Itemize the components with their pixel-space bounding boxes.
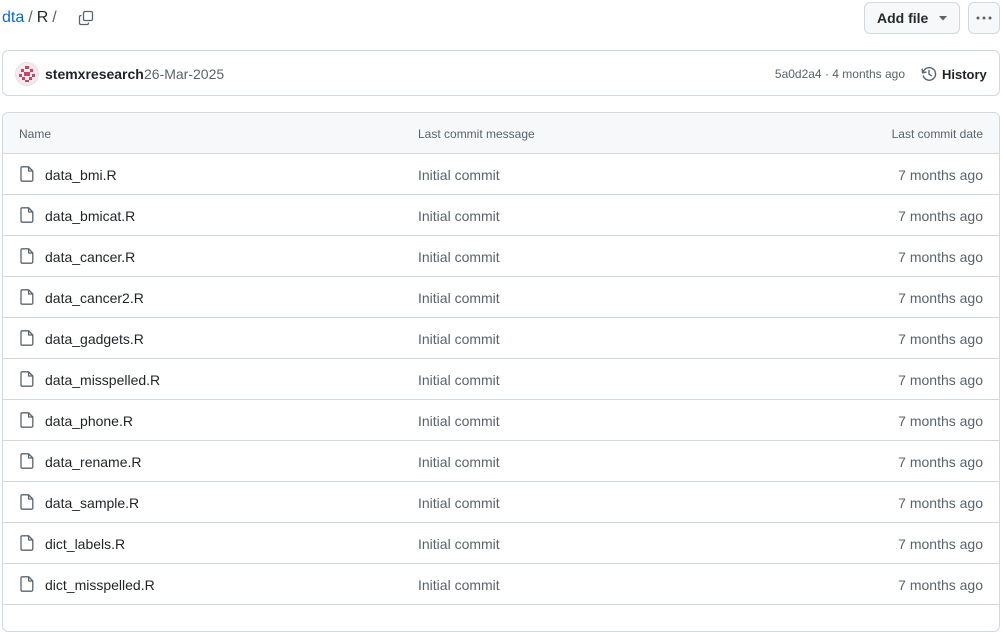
column-header-date: Last commit date xyxy=(891,127,983,141)
file-name-link[interactable]: dict_labels.R xyxy=(45,536,125,552)
commit-message-link[interactable]: Initial commit xyxy=(418,331,500,347)
file-icon xyxy=(20,166,34,182)
commit-message-link[interactable]: Initial commit xyxy=(418,372,500,388)
file-name-link[interactable]: data_cancer.R xyxy=(45,249,135,265)
triangle-down-icon xyxy=(939,16,947,21)
column-header-name: Name xyxy=(19,127,52,141)
commit-message-link[interactable]: Initial commit xyxy=(418,167,500,183)
history-label: History xyxy=(942,66,987,82)
commit-message-link[interactable]: Initial commit xyxy=(418,577,500,593)
commit-date-cell: 7 months ago xyxy=(898,413,983,429)
table-row[interactable]: data_gadgets.R Initial commit 7 months a… xyxy=(3,318,999,359)
file-name-link[interactable]: data_phone.R xyxy=(45,413,133,429)
file-icon xyxy=(20,371,34,387)
file-icon xyxy=(20,289,34,305)
table-row[interactable]: data_phone.R Initial commit 7 months ago xyxy=(3,400,999,441)
table-row[interactable]: dict_labels.R Initial commit 7 months ag… xyxy=(3,523,999,564)
file-name-link[interactable]: data_rename.R xyxy=(45,454,142,470)
file-icon xyxy=(20,330,34,346)
file-icon xyxy=(20,248,34,264)
commit-date-cell: 7 months ago xyxy=(898,249,983,265)
file-name-link[interactable]: data_misspelled.R xyxy=(45,372,160,388)
column-header-message: Last commit message xyxy=(418,127,535,141)
file-name-link[interactable]: data_gadgets.R xyxy=(45,331,144,347)
file-icon xyxy=(20,412,34,428)
table-body: data_bmi.R Initial commit 7 months ago d… xyxy=(3,154,999,605)
commit-message-link[interactable]: Initial commit xyxy=(418,536,500,552)
commit-date-cell: 7 months ago xyxy=(898,167,983,183)
file-icon xyxy=(20,494,34,510)
kebab-horizontal-icon xyxy=(976,16,992,20)
file-table: Name Last commit message Last commit dat… xyxy=(2,112,1000,632)
history-button[interactable]: History xyxy=(921,65,987,83)
copy-path-button[interactable] xyxy=(74,7,98,29)
table-row[interactable]: data_cancer.R Initial commit 7 months ag… xyxy=(3,236,999,277)
breadcrumb-current-directory: R xyxy=(36,9,49,26)
commit-date-cell: 7 months ago xyxy=(898,495,983,511)
add-file-button[interactable]: Add file xyxy=(864,2,960,34)
table-row[interactable]: data_misspelled.R Initial commit 7 month… xyxy=(3,359,999,400)
file-name-link[interactable]: data_cancer2.R xyxy=(45,290,144,306)
history-icon xyxy=(921,66,937,81)
file-name-link[interactable]: data_bmi.R xyxy=(45,167,117,183)
commit-message-link[interactable]: Initial commit xyxy=(418,413,500,429)
table-row[interactable]: data_bmicat.R Initial commit 7 months ag… xyxy=(3,195,999,236)
commit-date: 26-Mar-2025 xyxy=(144,66,225,82)
file-icon xyxy=(20,535,34,551)
file-icon xyxy=(20,453,34,469)
file-icon xyxy=(20,207,34,223)
avatar[interactable] xyxy=(16,63,38,85)
table-row[interactable]: data_sample.R Initial commit 7 months ag… xyxy=(3,482,999,523)
file-name-link[interactable]: data_bmicat.R xyxy=(45,208,135,224)
copy-icon xyxy=(78,10,94,26)
commit-message-link[interactable]: Initial commit xyxy=(418,208,500,224)
commit-date-cell: 7 months ago xyxy=(898,331,983,347)
breadcrumb: dta / R / xyxy=(2,8,61,28)
commit-sha-link[interactable]: 5a0d2a4 · 4 months ago xyxy=(775,67,905,81)
breadcrumb-trailing-separator: / xyxy=(52,9,57,26)
commit-message-link[interactable]: Initial commit xyxy=(418,290,500,306)
commit-date-cell: 7 months ago xyxy=(898,536,983,552)
commit-message-link[interactable]: Initial commit xyxy=(418,249,500,265)
top-bar: dta / R / Add file xyxy=(0,0,1003,38)
table-row[interactable]: dict_misspelled.R Initial commit 7 month… xyxy=(3,564,999,605)
add-file-label: Add file xyxy=(877,10,929,26)
commit-date-cell: 7 months ago xyxy=(898,208,983,224)
table-row[interactable]: data_rename.R Initial commit 7 months ag… xyxy=(3,441,999,482)
table-row[interactable]: data_bmi.R Initial commit 7 months ago xyxy=(3,154,999,195)
file-name-link[interactable]: dict_misspelled.R xyxy=(45,577,155,593)
table-header: Name Last commit message Last commit dat… xyxy=(3,113,999,154)
commit-date-cell: 7 months ago xyxy=(898,577,983,593)
file-icon xyxy=(20,576,34,592)
breadcrumb-repo-link[interactable]: dta xyxy=(2,8,24,28)
latest-commit-box: stemxresearch 26-Mar-2025 5a0d2a4 · 4 mo… xyxy=(2,50,1000,96)
breadcrumb-separator: / xyxy=(28,9,33,26)
commit-author-link[interactable]: stemxresearch xyxy=(45,66,144,82)
commit-date-cell: 7 months ago xyxy=(898,454,983,470)
more-options-button[interactable] xyxy=(968,2,1000,34)
commit-date-cell: 7 months ago xyxy=(898,372,983,388)
file-name-link[interactable]: data_sample.R xyxy=(45,495,139,511)
commit-message-link[interactable]: Initial commit xyxy=(418,454,500,470)
commit-date-cell: 7 months ago xyxy=(898,290,983,306)
commit-message-link[interactable]: Initial commit xyxy=(418,495,500,511)
table-row[interactable]: data_cancer2.R Initial commit 7 months a… xyxy=(3,277,999,318)
identicon-icon xyxy=(16,63,38,85)
